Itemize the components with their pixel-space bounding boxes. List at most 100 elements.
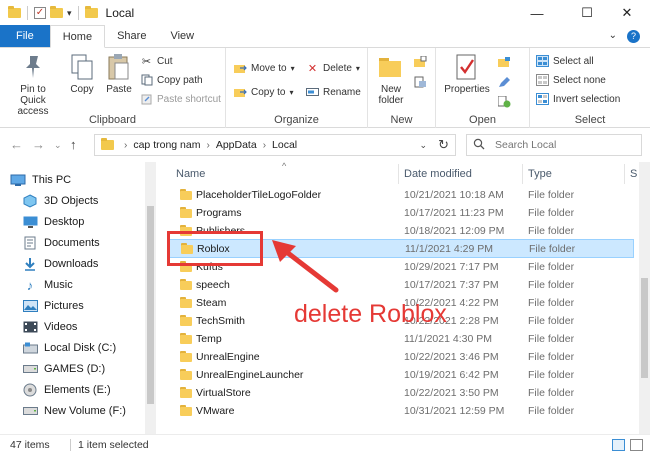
search-box[interactable]: [466, 134, 642, 156]
refresh-icon[interactable]: ↻: [438, 137, 449, 153]
history-button[interactable]: [498, 94, 511, 110]
column-divider[interactable]: [624, 164, 625, 184]
invert-selection-button[interactable]: Invert selection: [536, 91, 620, 107]
file-type: File folder: [528, 369, 575, 381]
file-name: Temp: [196, 333, 222, 345]
close-button[interactable]: ✕: [604, 0, 650, 26]
breadcrumb-local[interactable]: Local: [272, 139, 297, 151]
collapse-ribbon-icon[interactable]: ⌄: [609, 30, 617, 43]
breadcrumb-chevron-icon[interactable]: ›: [206, 140, 209, 151]
properties-check-icon[interactable]: ✓: [34, 7, 46, 19]
pin-quick-access-button[interactable]: Pin to Quick access: [4, 52, 62, 117]
open-group: Properties Open: [436, 48, 530, 128]
file-row[interactable]: speech 10/17/2021 7:37 PM File folder: [168, 276, 634, 294]
new-folder-button[interactable]: New folder: [372, 52, 410, 106]
move-to-label: Move to: [251, 62, 287, 74]
column-header-name[interactable]: Name: [176, 162, 205, 186]
column-divider[interactable]: [398, 164, 399, 184]
nav-item-local-disk[interactable]: Local Disk (C:): [22, 338, 116, 358]
file-row[interactable]: VirtualStore 10/22/2021 3:50 PM File fol…: [168, 384, 634, 402]
address-dropdown-icon[interactable]: ⌄: [419, 140, 427, 151]
copy-to-button[interactable]: Copy to ▾: [234, 84, 293, 100]
nav-item-elements-drive[interactable]: Elements (E:): [22, 380, 111, 400]
select-all-button[interactable]: Select all: [536, 53, 594, 69]
file-row[interactable]: Programs 10/17/2021 11:23 PM File folder: [168, 204, 634, 222]
back-arrow-icon[interactable]: ←: [10, 137, 23, 152]
paste-shortcut-button[interactable]: Paste shortcut: [140, 91, 221, 107]
nav-label: Pictures: [44, 300, 84, 312]
nav-item-this-pc[interactable]: This PC: [10, 170, 71, 190]
properties-label: Properties: [444, 84, 490, 95]
up-arrow-icon[interactable]: ↑: [70, 137, 77, 152]
new-item-button[interactable]: [414, 54, 427, 70]
properties-button[interactable]: Properties: [442, 52, 492, 95]
edit-button[interactable]: [498, 74, 511, 90]
select-none-button[interactable]: Select none: [536, 72, 606, 88]
recent-locations-icon[interactable]: ⌄: [54, 140, 62, 151]
breadcrumb-chevron-icon[interactable]: ›: [263, 140, 266, 151]
nav-item-pictures[interactable]: Pictures: [22, 296, 84, 316]
customize-toolbar-icon[interactable]: ▾: [67, 8, 72, 19]
help-icon[interactable]: ?: [627, 30, 640, 43]
nav-label: Music: [44, 279, 73, 291]
easy-access-button[interactable]: [414, 74, 427, 90]
file-name: VirtualStore: [196, 387, 251, 399]
search-input[interactable]: [495, 139, 635, 151]
documents-icon: [22, 236, 38, 250]
nav-item-games-drive[interactable]: GAMES (D:): [22, 359, 105, 379]
file-name: Programs: [196, 207, 242, 219]
forward-arrow-icon[interactable]: →: [32, 137, 45, 152]
tab-share[interactable]: Share: [105, 25, 158, 47]
file-row[interactable]: UnrealEngine 10/22/2021 3:46 PM File fol…: [168, 348, 634, 366]
address-bar[interactable]: › cap trong nam › AppData › Local ⌄ ↻: [94, 134, 456, 156]
file-list-scrollbar-thumb[interactable]: [641, 278, 648, 378]
file-row[interactable]: VMware 10/31/2021 12:59 PM File folder: [168, 402, 634, 420]
open-button[interactable]: [498, 54, 511, 70]
nav-item-new-volume[interactable]: New Volume (F:): [22, 401, 126, 421]
tab-file[interactable]: File: [0, 25, 50, 47]
nav-scrollbar[interactable]: [145, 162, 156, 434]
nav-item-3d-objects[interactable]: 3D Objects: [22, 191, 98, 211]
file-row[interactable]: PlaceholderTileLogoFolder 10/21/2021 10:…: [168, 186, 634, 204]
new-group: New folder New: [368, 48, 436, 128]
nav-item-documents[interactable]: Documents: [22, 233, 100, 253]
delete-button[interactable]: ✕ Delete ▾: [306, 60, 360, 76]
file-date: 10/29/2021 7:17 PM: [404, 261, 499, 273]
nav-item-music[interactable]: ♪ Music: [22, 275, 73, 295]
nav-label: Desktop: [44, 216, 85, 228]
large-icons-view-icon[interactable]: [630, 439, 643, 451]
nav-item-videos[interactable]: Videos: [22, 317, 77, 337]
paste-button[interactable]: Paste: [102, 52, 136, 95]
organize-group-label: Organize: [274, 114, 319, 126]
tab-view[interactable]: View: [158, 25, 206, 47]
breadcrumb-chevron-icon[interactable]: ›: [124, 140, 127, 151]
column-divider[interactable]: [522, 164, 523, 184]
breadcrumb-user[interactable]: cap trong nam: [133, 139, 200, 151]
new-folder-icon[interactable]: [50, 6, 63, 18]
copy-button[interactable]: Copy: [66, 52, 98, 95]
nav-scrollbar-thumb[interactable]: [147, 206, 154, 404]
nav-item-downloads[interactable]: Downloads: [22, 254, 98, 274]
nav-item-desktop[interactable]: Desktop: [22, 212, 84, 232]
rename-button[interactable]: Rename: [306, 84, 361, 100]
tab-home[interactable]: Home: [49, 25, 106, 48]
column-header-date[interactable]: Date modified: [404, 162, 472, 186]
file-name: VMware: [196, 405, 235, 417]
videos-icon: [22, 320, 38, 334]
details-view-icon[interactable]: [612, 439, 625, 451]
select-group-label: Select: [574, 114, 606, 126]
organize-group: Move to ▾ Copy to ▾ ✕ Delete ▾ Rename Or…: [226, 48, 368, 128]
file-row[interactable]: UnrealEngineLauncher 10/19/2021 6:42 PM …: [168, 366, 634, 384]
cut-button[interactable]: ✂ Cut: [140, 53, 173, 69]
file-type: File folder: [528, 189, 575, 201]
file-row[interactable]: Temp 11/1/2021 4:30 PM File folder: [168, 330, 634, 348]
move-to-button[interactable]: Move to ▾: [234, 60, 295, 76]
breadcrumb-appdata[interactable]: AppData: [216, 139, 257, 151]
file-type: File folder: [528, 351, 575, 363]
folder-icon: [180, 279, 192, 290]
column-header-size[interactable]: S: [630, 162, 637, 186]
copy-path-button[interactable]: Copy path: [140, 72, 203, 88]
minimize-button[interactable]: —: [514, 0, 560, 26]
file-list-scrollbar[interactable]: [639, 162, 650, 434]
column-header-type[interactable]: Type: [528, 162, 552, 186]
